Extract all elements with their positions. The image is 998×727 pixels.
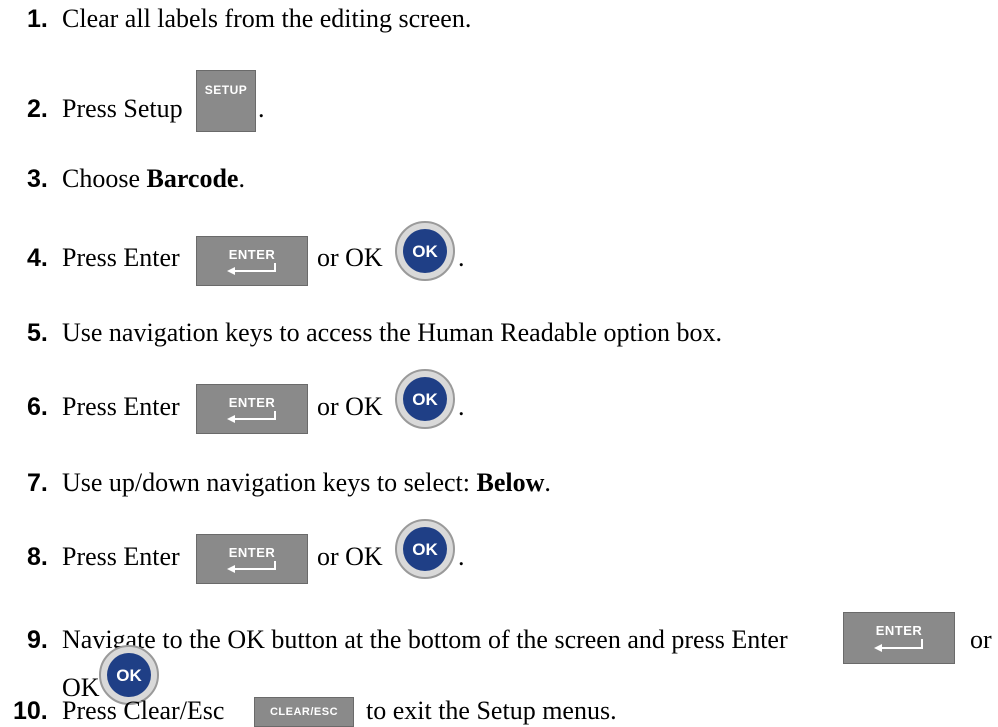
- svg-text:OK: OK: [116, 666, 142, 685]
- instruction-page: { "steps": [ {"number": "1.", "text": "C…: [0, 0, 998, 727]
- step-punct: .: [458, 243, 465, 272]
- setup-key-icon: SETUP: [196, 70, 256, 132]
- enter-key-icon: ENTER: [196, 236, 308, 286]
- step-number: 10.: [13, 697, 48, 725]
- step-text: Clear all labels from the editing screen…: [62, 4, 472, 33]
- svg-text:OK: OK: [412, 390, 438, 409]
- barcode-term: Barcode: [146, 164, 239, 193]
- step-number: 6.: [27, 393, 48, 421]
- ok-button-icon: OK: [395, 369, 455, 429]
- step-text: Navigate to the OK button at the bottom …: [62, 625, 788, 654]
- svg-text:OK: OK: [412, 242, 438, 261]
- step-number: 4.: [27, 244, 48, 272]
- step-text: Choose Barcode.: [62, 164, 245, 193]
- below-term: Below: [476, 468, 545, 497]
- svg-text:OK: OK: [412, 540, 438, 559]
- step-or: or OK: [317, 392, 383, 421]
- step-text: Use up/down navigation keys to select: B…: [62, 468, 551, 497]
- step-number: 1.: [27, 5, 48, 33]
- step-number: 2.: [27, 95, 48, 123]
- enter-key-icon: ENTER: [196, 534, 308, 584]
- step-or: or: [970, 625, 992, 654]
- step-text: Press Clear/Esc: [62, 696, 225, 725]
- step-punct: .: [458, 542, 465, 571]
- step-number: 3.: [27, 165, 48, 193]
- step-text: Use navigation keys to access the Human …: [62, 318, 722, 347]
- step-number: 8.: [27, 543, 48, 571]
- ok-button-icon: OK: [395, 519, 455, 579]
- step-text: Press Setup: [62, 94, 183, 123]
- step-or: or OK: [317, 542, 383, 571]
- step-number: 7.: [27, 469, 48, 497]
- step-number: 5.: [27, 319, 48, 347]
- step-punct: .: [258, 94, 265, 123]
- step-number: 9.: [27, 626, 48, 654]
- step-text: Press Enter: [62, 243, 180, 272]
- enter-key-icon: ENTER: [843, 612, 955, 664]
- step-text: Press Enter: [62, 392, 180, 421]
- ok-button-icon: OK: [395, 221, 455, 281]
- step-punct: .: [458, 392, 465, 421]
- step-text: Press Enter: [62, 542, 180, 571]
- step-text-after: to exit the Setup menus.: [366, 696, 617, 725]
- enter-key-icon: ENTER: [196, 384, 308, 434]
- clear-esc-key-icon: CLEAR/ESC: [254, 697, 354, 727]
- step-or: or OK: [317, 243, 383, 272]
